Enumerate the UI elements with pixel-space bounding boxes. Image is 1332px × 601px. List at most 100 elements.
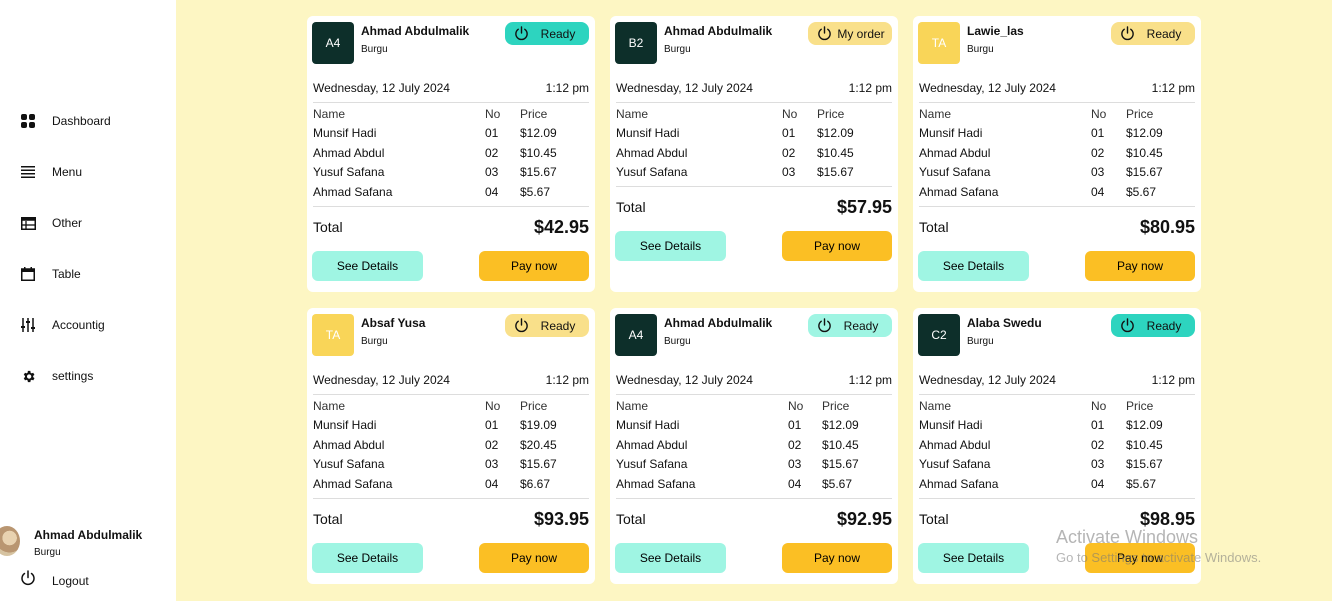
see-details-button[interactable]: See Details — [615, 231, 726, 261]
column-header-price: Price — [1126, 399, 1154, 413]
see-details-button[interactable]: See Details — [918, 250, 1029, 281]
table-row: Ahmad Abdul 02 $10.45 — [616, 438, 892, 454]
sidebar-item-label: Dashboard — [52, 114, 111, 128]
status-badge[interactable]: Ready — [1111, 22, 1195, 45]
table-row: Munsif Hadi 01 $12.09 — [919, 126, 1195, 142]
logout-label: Logout — [52, 573, 89, 588]
customer-subtitle: Burgu — [361, 44, 388, 55]
item-price: $10.45 — [1126, 145, 1163, 160]
pay-now-button[interactable]: Pay now — [782, 231, 892, 261]
see-details-button[interactable]: See Details — [918, 542, 1029, 573]
total-label: Total — [919, 218, 949, 235]
item-name: Yusuf Safana — [919, 165, 991, 179]
sidebar-item-other[interactable]: Other — [20, 212, 82, 234]
sidebar-item-dashboard[interactable]: Dashboard — [20, 110, 111, 132]
gear-icon — [20, 368, 36, 384]
item-price: $15.67 — [822, 457, 859, 471]
item-name: Ahmad Safana — [313, 184, 393, 199]
pay-now-button[interactable]: Pay now — [479, 250, 589, 281]
logout-button[interactable]: Logout — [20, 570, 89, 591]
table-row: Yusuf Safana 03 $15.67 — [919, 165, 1195, 181]
order-date: Wednesday, 12 July 2024 — [616, 81, 753, 95]
order-time: 1:12 pm — [1151, 81, 1195, 95]
item-no: 01 — [1091, 418, 1105, 432]
profile-role: Burgu — [34, 547, 61, 558]
order-date: Wednesday, 12 July 2024 — [313, 373, 450, 387]
total-value: $80.95 — [1139, 216, 1195, 237]
customer-subtitle: Burgu — [361, 336, 388, 347]
pay-now-button[interactable]: Pay now — [1085, 250, 1195, 281]
total-label: Total — [313, 510, 343, 527]
status-label: Ready — [540, 26, 576, 41]
table-row: Munsif Hadi 01 $12.09 — [919, 418, 1195, 434]
status-label: Ready — [1146, 26, 1182, 41]
item-no: 02 — [782, 145, 796, 160]
see-details-button[interactable]: See Details — [312, 542, 423, 573]
power-icon — [514, 318, 529, 333]
item-no: 02 — [485, 437, 499, 452]
table-row: Munsif Hadi 01 $12.09 — [616, 126, 892, 142]
sidebar-item-table[interactable]: Table — [20, 263, 81, 285]
item-name: Munsif Hadi — [616, 418, 680, 432]
item-no: 03 — [1091, 165, 1105, 179]
see-details-button[interactable]: See Details — [312, 250, 423, 281]
order-card: A4 Ahmad Abdulmalik Burgu Ready Wednesda… — [307, 16, 595, 292]
item-name: Ahmad Safana — [919, 476, 999, 491]
sidebar-item-menu[interactable]: Menu — [20, 161, 82, 183]
status-label: My order — [837, 26, 885, 41]
power-icon — [514, 26, 529, 41]
customer-name: Ahmad Abdulmalik — [361, 24, 470, 38]
item-no: 04 — [485, 184, 499, 199]
item-price: $5.67 — [1126, 184, 1157, 199]
item-no: 03 — [485, 165, 499, 179]
sliders-icon — [20, 317, 36, 333]
divider — [919, 102, 1195, 103]
item-name: Ahmad Abdul — [919, 437, 991, 452]
menu-icon — [20, 164, 36, 180]
item-name: Ahmad Safana — [616, 476, 696, 491]
total-value: $42.95 — [533, 216, 589, 237]
item-name: Yusuf Safana — [313, 457, 385, 471]
status-badge[interactable]: My order — [808, 22, 892, 45]
table-row: Ahmad Safana 04 $5.67 — [919, 477, 1195, 493]
column-header-name: Name — [919, 399, 952, 413]
order-time: 1:12 pm — [1151, 373, 1195, 387]
item-no: 01 — [485, 126, 499, 140]
item-name: Yusuf Safana — [919, 457, 991, 471]
table-header: Name No Price — [616, 399, 892, 415]
item-name: Munsif Hadi — [313, 418, 377, 432]
total-label: Total — [313, 218, 343, 235]
sidebar-item-settings[interactable]: settings — [20, 365, 93, 387]
table-header: Name No Price — [313, 107, 589, 123]
item-no: 01 — [1091, 126, 1105, 140]
item-price: $15.67 — [1126, 165, 1163, 179]
table-row: Munsif Hadi 01 $12.09 — [313, 126, 589, 142]
table-row: Yusuf Safana 03 $15.67 — [919, 457, 1195, 473]
table-header: Name No Price — [919, 107, 1195, 123]
status-badge[interactable]: Ready — [808, 314, 892, 337]
status-badge[interactable]: Ready — [1111, 314, 1195, 337]
status-label: Ready — [843, 318, 879, 333]
item-no: 03 — [1091, 457, 1105, 471]
profile-name: Ahmad Abdulmalik — [34, 528, 143, 542]
status-badge[interactable]: Ready — [505, 314, 589, 337]
item-price: $10.45 — [520, 145, 557, 160]
order-time: 1:12 pm — [848, 81, 892, 95]
table-row: Ahmad Safana 04 $6.67 — [313, 477, 589, 493]
table-row: Ahmad Abdul 02 $10.45 — [919, 438, 1195, 454]
order-time: 1:12 pm — [545, 373, 589, 387]
pay-now-button[interactable]: Pay now — [479, 542, 589, 573]
table-row: Ahmad Abdul 02 $10.45 — [616, 146, 892, 162]
sidebar-item-accounting[interactable]: Accountig — [20, 314, 105, 336]
see-details-button[interactable]: See Details — [615, 542, 726, 573]
column-header-price: Price — [520, 399, 548, 413]
pay-now-button[interactable]: Pay now — [1085, 542, 1195, 573]
item-name: Ahmad Abdul — [313, 145, 385, 160]
status-badge[interactable]: Ready — [505, 22, 589, 45]
item-no: 04 — [1091, 184, 1105, 199]
item-no: 04 — [788, 476, 802, 491]
total-label: Total — [616, 510, 646, 527]
sidebar-item-label: Other — [52, 216, 83, 230]
pay-now-button[interactable]: Pay now — [782, 542, 892, 573]
total-label: Total — [616, 199, 646, 215]
